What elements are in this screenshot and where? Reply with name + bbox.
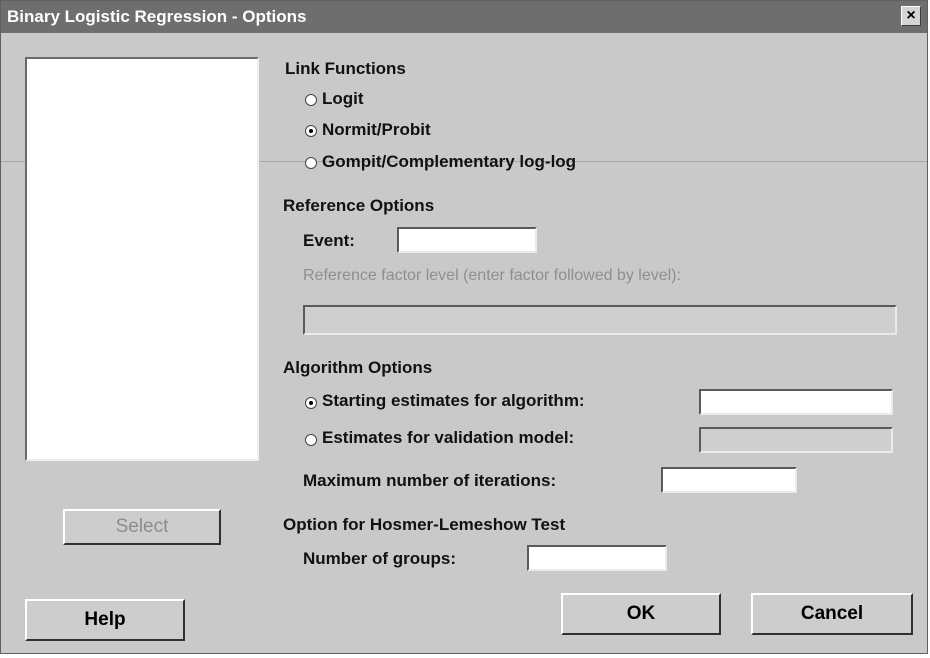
event-label: Event: — [303, 231, 355, 250]
ok-button[interactable]: OK — [561, 593, 721, 635]
starting-estimates-label[interactable]: Starting estimates for algorithm: — [322, 391, 585, 411]
select-button[interactable]: Select — [63, 509, 221, 545]
options-dialog: Binary Logistic Regression - Options × S… — [0, 0, 928, 654]
normit-probit-label[interactable]: Normit/Probit — [322, 120, 431, 140]
event-input[interactable] — [397, 227, 537, 253]
hosmer-lemeshow-heading: Option for Hosmer-Lemeshow Test — [283, 515, 566, 534]
number-of-groups-label: Number of groups: — [303, 549, 456, 568]
number-of-groups-input[interactable] — [527, 545, 667, 571]
link-functions-heading: Link Functions — [285, 59, 406, 78]
variables-listbox[interactable] — [25, 57, 259, 461]
close-icon[interactable]: × — [901, 6, 921, 26]
gompit-radio[interactable] — [305, 157, 317, 169]
title-bar[interactable]: Binary Logistic Regression - Options × — [1, 1, 927, 33]
algorithm-options-heading: Algorithm Options — [283, 358, 433, 377]
reference-factor-input[interactable] — [303, 305, 897, 335]
starting-estimates-radio[interactable] — [305, 397, 317, 409]
help-button[interactable]: Help — [25, 599, 185, 641]
validation-estimates-radio[interactable] — [305, 434, 317, 446]
logit-radio[interactable] — [305, 94, 317, 106]
validation-estimates-input[interactable] — [699, 427, 893, 453]
max-iterations-label: Maximum number of iterations: — [303, 471, 557, 490]
window-title: Binary Logistic Regression - Options — [7, 7, 307, 26]
validation-estimates-label[interactable]: Estimates for validation model: — [322, 428, 574, 448]
starting-estimates-input[interactable] — [699, 389, 893, 415]
reference-factor-label: Reference factor level (enter factor fol… — [303, 267, 681, 284]
reference-options-heading: Reference Options — [283, 196, 435, 215]
cancel-button[interactable]: Cancel — [751, 593, 913, 635]
normit-probit-radio[interactable] — [305, 125, 317, 137]
max-iterations-input[interactable] — [661, 467, 797, 493]
logit-label[interactable]: Logit — [322, 89, 364, 109]
gompit-label[interactable]: Gompit/Complementary log-log — [322, 152, 576, 172]
